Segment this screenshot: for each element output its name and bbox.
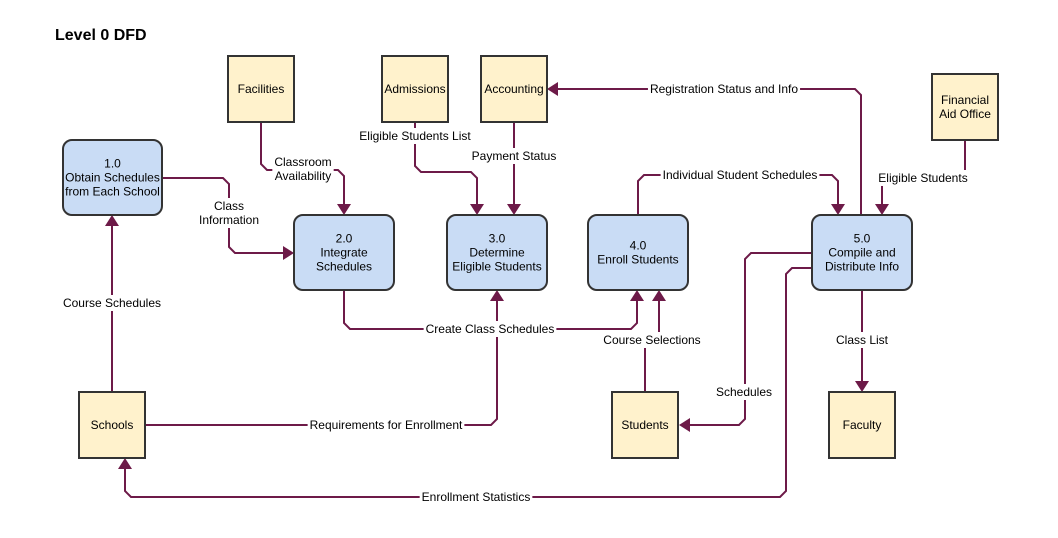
flow-label-text: Create Class Schedules — [426, 322, 555, 336]
arrowhead-icon — [105, 215, 119, 226]
flow-line[interactable] — [145, 301, 498, 426]
process-number: 1.0 — [104, 157, 121, 171]
arrowhead-icon — [630, 290, 644, 301]
flow-label-text: Registration Status and Info — [650, 82, 798, 96]
flow-label-eligible-students: Eligible Students — [876, 170, 970, 186]
flow-label-create-class-schedules: Create Class Schedules — [423, 321, 557, 337]
flow-label-requirements-for-enrollment: Requirements for Enrollment — [307, 417, 465, 433]
node-label: from Each School — [65, 185, 160, 199]
flow-label-course-schedules: Course Schedules — [60, 295, 164, 311]
flow-label-text: Classroom — [274, 155, 331, 169]
node-label: Integrate — [320, 246, 368, 260]
flow-enrollment-statistics[interactable] — [118, 267, 812, 498]
process-number: 5.0 — [854, 232, 871, 246]
node-label: Admissions — [384, 82, 445, 96]
flow-label-enrollment-statistics: Enrollment Statistics — [419, 489, 533, 505]
node-label: Schedules — [316, 260, 372, 274]
flow-label-text: Availability — [275, 169, 331, 183]
flow-requirements-for-enrollment[interactable] — [145, 290, 504, 426]
entity-accounting[interactable]: Accounting — [480, 55, 548, 123]
flow-label-text: Course Schedules — [63, 296, 161, 310]
arrowhead-icon — [679, 418, 690, 432]
process-number: 3.0 — [489, 232, 506, 246]
flow-label-text: Information — [199, 213, 259, 227]
arrowhead-icon — [118, 458, 132, 469]
flow-payment-status[interactable] — [507, 122, 521, 215]
node-label: Distribute Info — [825, 260, 899, 274]
process-p3[interactable]: 3.0DetermineEligible Students — [446, 214, 548, 291]
node-label: Students — [621, 418, 668, 432]
arrowhead-icon — [855, 381, 869, 392]
flow-label-registration-status: Registration Status and Info — [647, 81, 801, 97]
flow-label-individual-student-schedules: Individual Student Schedules — [660, 167, 820, 183]
node-label: Enroll Students — [597, 253, 678, 267]
arrowhead-icon — [831, 204, 845, 215]
flow-label-text: Eligible Students — [878, 171, 967, 185]
flow-line[interactable] — [558, 88, 862, 215]
flow-label-text: Course Selections — [603, 333, 700, 347]
node-label: Obtain Schedules — [65, 171, 160, 185]
flow-label-text: Schedules — [716, 385, 772, 399]
node-label: Aid Office — [939, 107, 991, 121]
entity-schools[interactable]: Schools — [78, 391, 146, 459]
entity-faculty[interactable]: Faculty — [828, 391, 896, 459]
process-number: 2.0 — [336, 232, 353, 246]
node-label: Eligible Students — [452, 260, 541, 274]
nodes-layer: 1.0Obtain Schedulesfrom Each School2.0In… — [62, 55, 999, 459]
arrowhead-icon — [337, 204, 351, 215]
flow-label-text: Eligible Students List — [359, 129, 471, 143]
flow-label-eligible-students-list: Eligible Students List — [357, 128, 473, 144]
node-label: Financial — [941, 93, 989, 107]
flow-label-text: Requirements for Enrollment — [310, 418, 463, 432]
arrowhead-icon — [652, 290, 666, 301]
flow-registration-status[interactable] — [547, 82, 862, 215]
dfd-canvas: 1.0Obtain Schedulesfrom Each School2.0In… — [60, 55, 999, 505]
process-p4[interactable]: 4.0Enroll Students — [587, 214, 689, 291]
entity-facilities[interactable]: Facilities — [227, 55, 295, 123]
entity-students[interactable]: Students — [611, 391, 679, 459]
node-label: Compile and — [828, 246, 895, 260]
flow-label-payment-status: Payment Status — [469, 148, 559, 164]
arrowhead-icon — [283, 246, 294, 260]
process-p2[interactable]: 2.0IntegrateSchedules — [293, 214, 395, 291]
arrowhead-icon — [470, 204, 484, 215]
flow-label-class-information: ClassInformation — [196, 198, 262, 228]
entity-admissions[interactable]: Admissions — [381, 55, 449, 123]
entity-financial-aid[interactable]: FinancialAid Office — [931, 73, 999, 141]
process-p5[interactable]: 5.0Compile andDistribute Info — [811, 214, 913, 291]
flow-label-text: Class List — [836, 333, 889, 347]
node-label: Faculty — [843, 418, 882, 432]
flow-label-text: Class — [214, 199, 244, 213]
arrowhead-icon — [490, 290, 504, 301]
node-label: Determine — [469, 246, 525, 260]
arrowhead-icon — [547, 82, 558, 96]
node-label: Facilities — [238, 82, 285, 96]
arrowhead-icon — [875, 204, 889, 215]
flow-label-text: Enrollment Statistics — [422, 490, 531, 504]
node-label: Schools — [91, 418, 134, 432]
process-p1[interactable]: 1.0Obtain Schedulesfrom Each School — [62, 139, 163, 216]
flow-label-classroom-availability: ClassroomAvailability — [272, 154, 334, 184]
flow-label-class-list: Class List — [833, 332, 891, 348]
flow-label-schedules: Schedules — [713, 384, 775, 400]
flow-label-text: Payment Status — [472, 149, 557, 163]
flow-label-text: Individual Student Schedules — [663, 168, 818, 182]
node-label: Accounting — [484, 82, 543, 96]
process-number: 4.0 — [630, 239, 647, 253]
arrowhead-icon — [507, 204, 521, 215]
flow-line[interactable] — [124, 267, 812, 498]
flow-label-course-selections: Course Selections — [601, 332, 703, 348]
